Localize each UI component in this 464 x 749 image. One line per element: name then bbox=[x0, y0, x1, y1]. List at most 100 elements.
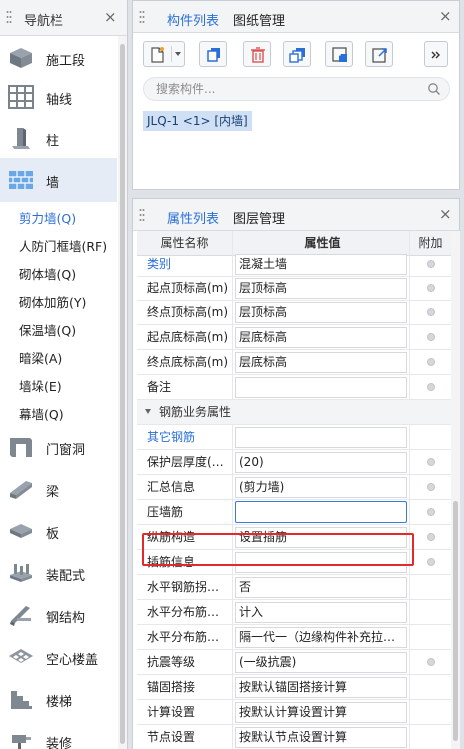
table-row: 插筋信息 bbox=[137, 550, 451, 575]
nav-sub-hidden-beam[interactable]: 暗梁(A) bbox=[0, 341, 117, 369]
nav-sub-masonry-reinforcement[interactable]: 砌体加筋(Y) bbox=[0, 285, 117, 313]
attach-checkbox[interactable] bbox=[427, 284, 435, 292]
attach-checkbox[interactable] bbox=[427, 658, 435, 666]
property-value[interactable]: 混凝土墙 bbox=[235, 254, 407, 275]
property-value[interactable]: 隔一代一（边缘构件补充拉… bbox=[235, 627, 407, 648]
table-row: 计算设置 按默认计算设置计算 bbox=[137, 700, 451, 725]
property-value[interactable]: 层底标高 bbox=[235, 352, 407, 373]
attach-cell bbox=[409, 450, 451, 474]
drag-handle-icon[interactable] bbox=[139, 208, 145, 222]
export-component-button[interactable] bbox=[365, 41, 393, 67]
property-name[interactable]: 其它钢筋 bbox=[137, 425, 233, 449]
column-icon bbox=[12, 128, 30, 149]
attach-checkbox[interactable] bbox=[427, 533, 435, 541]
nav-item-axis[interactable]: 轴线 bbox=[0, 75, 117, 119]
property-name: 水平钢筋拐… bbox=[137, 575, 233, 599]
property-value[interactable] bbox=[235, 377, 407, 398]
attach-checkbox[interactable] bbox=[427, 483, 435, 491]
nav-item-steel[interactable]: 钢结构 bbox=[0, 593, 117, 637]
attach-checkbox[interactable] bbox=[427, 383, 435, 391]
table-row: 终点底标高(m) 层底标高 bbox=[137, 350, 451, 375]
property-value-editing[interactable] bbox=[235, 501, 407, 523]
nav-sub-curtain-wall[interactable]: 幕墙(Q) bbox=[0, 397, 117, 425]
nav-item-hollow-floor[interactable]: 空心楼盖 bbox=[0, 635, 117, 679]
door-window-icon bbox=[10, 438, 32, 457]
drag-handle-icon[interactable] bbox=[139, 10, 145, 24]
nav-item-prefab[interactable]: 装配式 bbox=[0, 551, 117, 595]
nav-item-wall[interactable]: 墙 bbox=[0, 158, 117, 202]
nav-item-stairs[interactable]: 楼梯 bbox=[0, 677, 117, 721]
nav-scrollbar-thumb[interactable] bbox=[120, 44, 125, 744]
nav-sub-insulation-wall[interactable]: 保温墙(Q) bbox=[0, 313, 117, 341]
attach-checkbox[interactable] bbox=[427, 458, 435, 466]
attach-checkbox[interactable] bbox=[427, 333, 435, 341]
nav-scrollbar[interactable] bbox=[118, 36, 127, 749]
attach-cell bbox=[409, 600, 451, 624]
copy-component-button[interactable] bbox=[199, 41, 227, 67]
attach-checkbox[interactable] bbox=[427, 508, 435, 516]
component-list-item[interactable]: JLQ-1 <1> [内墙] bbox=[143, 111, 252, 131]
drag-handle-icon[interactable] bbox=[6, 10, 12, 24]
component-search-box bbox=[143, 77, 450, 101]
nav-sub-wall-pier[interactable]: 墙垛(E) bbox=[0, 369, 117, 397]
attach-checkbox[interactable] bbox=[427, 308, 435, 316]
dropdown-caret-icon[interactable] bbox=[175, 52, 181, 56]
nav-item-label: 空心楼盖 bbox=[46, 653, 99, 668]
property-value[interactable]: 层底标高 bbox=[235, 327, 407, 348]
component-search-input[interactable] bbox=[156, 81, 416, 97]
tab-component-list[interactable]: 构件列表 bbox=[167, 10, 219, 29]
property-value[interactable]: 按默认计算设置计算 bbox=[235, 702, 407, 723]
nav-header: 导航栏 × bbox=[0, 0, 127, 36]
copy-to-floor-button[interactable] bbox=[283, 41, 311, 67]
property-value[interactable]: (20) bbox=[235, 452, 407, 473]
property-value[interactable]: 按默认节点设置计算 bbox=[235, 727, 407, 748]
property-name: 保护层厚度(… bbox=[137, 450, 233, 474]
nav-item-decoration[interactable]: 装修 bbox=[0, 719, 117, 749]
tab-drawing-management[interactable]: 图纸管理 bbox=[233, 10, 285, 29]
nav-item-door-window[interactable]: 门窗洞 bbox=[0, 425, 117, 469]
attach-checkbox[interactable] bbox=[427, 358, 435, 366]
property-value[interactable]: 层顶标高 bbox=[235, 278, 407, 299]
nav-item-label: 柱 bbox=[46, 134, 60, 149]
property-value[interactable]: 设置插筋 bbox=[235, 527, 407, 548]
delete-component-button[interactable] bbox=[243, 41, 271, 67]
property-value[interactable]: 按默认锚固搭接计算 bbox=[235, 677, 407, 698]
search-icon[interactable] bbox=[427, 82, 441, 96]
property-value[interactable] bbox=[235, 427, 407, 448]
property-scrollbar-thumb[interactable] bbox=[453, 501, 458, 741]
import-icon bbox=[332, 47, 347, 62]
nav-item-construction-stage[interactable]: 施工段 bbox=[0, 36, 117, 80]
property-value[interactable]: 否 bbox=[235, 577, 407, 598]
nav-item-column[interactable]: 柱 bbox=[0, 116, 117, 160]
tab-property-list[interactable]: 属性列表 bbox=[167, 208, 219, 227]
property-panel-close-button[interactable]: × bbox=[439, 205, 452, 223]
more-tools-button[interactable] bbox=[424, 41, 448, 67]
property-value[interactable]: (剪力墙) bbox=[235, 477, 407, 498]
property-name[interactable]: 类别 bbox=[137, 252, 233, 276]
attach-cell bbox=[409, 475, 451, 499]
property-group-rebar[interactable]: 钢筋业务属性 bbox=[137, 400, 451, 425]
property-value[interactable]: 层顶标高 bbox=[235, 302, 407, 323]
property-value[interactable]: (一级抗震) bbox=[235, 652, 407, 673]
new-component-button[interactable] bbox=[143, 41, 185, 67]
nav-close-button[interactable]: × bbox=[104, 8, 117, 26]
export-icon bbox=[372, 48, 387, 63]
property-scrollbar[interactable] bbox=[451, 231, 460, 749]
component-panel-close-button[interactable]: × bbox=[439, 7, 452, 25]
property-value[interactable]: 计入 bbox=[235, 602, 407, 623]
attach-checkbox[interactable] bbox=[427, 260, 435, 268]
nav-item-beam[interactable]: 梁 bbox=[0, 467, 117, 511]
import-component-button[interactable] bbox=[325, 41, 353, 67]
attach-checkbox[interactable] bbox=[427, 558, 435, 566]
nav-sub-shear-wall[interactable]: 剪力墙(Q) bbox=[0, 201, 117, 229]
attach-cell bbox=[409, 675, 451, 699]
collapse-triangle-icon[interactable] bbox=[145, 409, 151, 414]
nav-item-slab[interactable]: 板 bbox=[0, 509, 117, 553]
property-name: 起点顶标高(m) bbox=[137, 276, 233, 300]
property-value[interactable] bbox=[235, 552, 407, 573]
nav-item-label: 施工段 bbox=[46, 54, 86, 69]
nav-sub-masonry-wall[interactable]: 砌体墙(Q) bbox=[0, 257, 117, 285]
nav-item-label: 梁 bbox=[46, 485, 60, 500]
nav-sub-civil-defense-door-wall[interactable]: 人防门框墙(RF) bbox=[0, 229, 117, 257]
tab-layer-management[interactable]: 图层管理 bbox=[233, 208, 285, 227]
